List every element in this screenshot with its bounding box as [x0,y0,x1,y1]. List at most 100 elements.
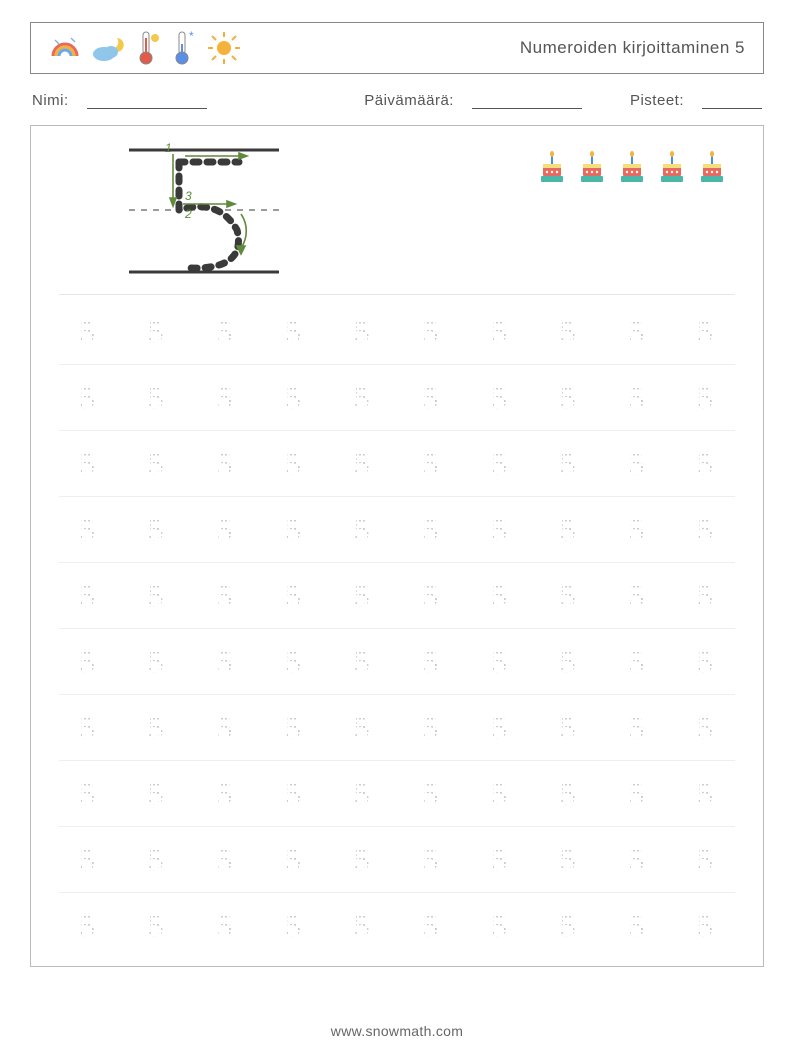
practice-cell[interactable]: 5 [61,577,115,614]
practice-cell[interactable]: 5 [267,841,321,878]
practice-cell[interactable]: 5 [336,643,390,680]
practice-cell[interactable]: 5 [542,511,596,548]
practice-cell[interactable]: 5 [473,577,527,614]
practice-cell[interactable]: 5 [336,841,390,878]
practice-cell[interactable]: 5 [679,709,733,746]
practice-cell[interactable]: 5 [61,775,115,812]
practice-cell[interactable]: 5 [473,841,527,878]
practice-cell[interactable]: 5 [473,709,527,746]
practice-cell[interactable]: 5 [404,841,458,878]
practice-cell[interactable]: 5 [542,907,596,944]
practice-cell[interactable]: 5 [542,709,596,746]
practice-cell[interactable]: 5 [404,709,458,746]
practice-cell[interactable]: 5 [130,643,184,680]
practice-cell[interactable]: 5 [267,445,321,482]
practice-cell[interactable]: 5 [130,841,184,878]
practice-cell[interactable]: 5 [336,577,390,614]
practice-cell[interactable]: 5 [130,379,184,416]
date-blank[interactable] [472,92,582,109]
practice-cell[interactable]: 5 [61,643,115,680]
practice-cell[interactable]: 5 [473,445,527,482]
practice-cell[interactable]: 5 [61,379,115,416]
practice-cell[interactable]: 5 [198,445,252,482]
practice-cell[interactable]: 5 [679,379,733,416]
practice-cell[interactable]: 5 [198,379,252,416]
practice-cell[interactable]: 5 [130,511,184,548]
practice-cell[interactable]: 5 [610,313,664,350]
practice-cell[interactable]: 5 [130,445,184,482]
practice-cell[interactable]: 5 [473,775,527,812]
practice-cell[interactable]: 5 [679,445,733,482]
practice-cell[interactable]: 5 [336,379,390,416]
practice-cell[interactable]: 5 [404,577,458,614]
name-blank[interactable] [87,92,207,109]
practice-cell[interactable]: 5 [61,709,115,746]
practice-cell[interactable]: 5 [267,709,321,746]
practice-cell[interactable]: 5 [473,313,527,350]
practice-cell[interactable]: 5 [198,511,252,548]
practice-cell[interactable]: 5 [267,577,321,614]
practice-cell[interactable]: 5 [679,511,733,548]
practice-cell[interactable]: 5 [404,907,458,944]
practice-cell[interactable]: 5 [610,775,664,812]
practice-cell[interactable]: 5 [267,907,321,944]
practice-cell[interactable]: 5 [610,511,664,548]
practice-cell[interactable]: 5 [267,511,321,548]
practice-cell[interactable]: 5 [130,775,184,812]
practice-cell[interactable]: 5 [473,907,527,944]
practice-cell[interactable]: 5 [61,313,115,350]
practice-cell[interactable]: 5 [336,709,390,746]
practice-cell[interactable]: 5 [473,379,527,416]
practice-cell[interactable]: 5 [61,841,115,878]
practice-cell[interactable]: 5 [198,841,252,878]
practice-cell[interactable]: 5 [267,643,321,680]
practice-cell[interactable]: 5 [542,445,596,482]
practice-cell[interactable]: 5 [610,445,664,482]
score-blank[interactable] [702,92,762,109]
practice-cell[interactable]: 5 [542,775,596,812]
practice-cell[interactable]: 5 [61,511,115,548]
practice-cell[interactable]: 5 [542,841,596,878]
practice-cell[interactable]: 5 [404,643,458,680]
practice-cell[interactable]: 5 [267,379,321,416]
practice-cell[interactable]: 5 [404,313,458,350]
practice-cell[interactable]: 5 [130,709,184,746]
practice-cell[interactable]: 5 [61,445,115,482]
practice-cell[interactable]: 5 [610,577,664,614]
practice-cell[interactable]: 5 [130,577,184,614]
practice-cell[interactable]: 5 [61,907,115,944]
practice-cell[interactable]: 5 [336,445,390,482]
practice-cell[interactable]: 5 [679,907,733,944]
practice-cell[interactable]: 5 [336,907,390,944]
practice-grid[interactable]: 5555555555555555555555555555555555555555… [59,299,735,958]
practice-cell[interactable]: 5 [542,313,596,350]
practice-cell[interactable]: 5 [610,907,664,944]
practice-cell[interactable]: 5 [679,313,733,350]
practice-cell[interactable]: 5 [542,577,596,614]
practice-cell[interactable]: 5 [473,511,527,548]
practice-cell[interactable]: 5 [198,775,252,812]
practice-cell[interactable]: 5 [198,907,252,944]
practice-cell[interactable]: 5 [130,313,184,350]
practice-cell[interactable]: 5 [336,775,390,812]
practice-cell[interactable]: 5 [404,379,458,416]
practice-cell[interactable]: 5 [542,379,596,416]
practice-cell[interactable]: 5 [679,841,733,878]
practice-cell[interactable]: 5 [130,907,184,944]
practice-cell[interactable]: 5 [542,643,596,680]
practice-cell[interactable]: 5 [198,643,252,680]
practice-cell[interactable]: 5 [404,775,458,812]
practice-cell[interactable]: 5 [198,313,252,350]
practice-cell[interactable]: 5 [198,577,252,614]
practice-cell[interactable]: 5 [404,511,458,548]
practice-cell[interactable]: 5 [267,313,321,350]
practice-cell[interactable]: 5 [336,313,390,350]
practice-cell[interactable]: 5 [610,841,664,878]
practice-cell[interactable]: 5 [336,511,390,548]
practice-cell[interactable]: 5 [610,643,664,680]
practice-cell[interactable]: 5 [404,445,458,482]
practice-cell[interactable]: 5 [473,643,527,680]
practice-cell[interactable]: 5 [267,775,321,812]
practice-cell[interactable]: 5 [679,775,733,812]
practice-cell[interactable]: 5 [610,709,664,746]
